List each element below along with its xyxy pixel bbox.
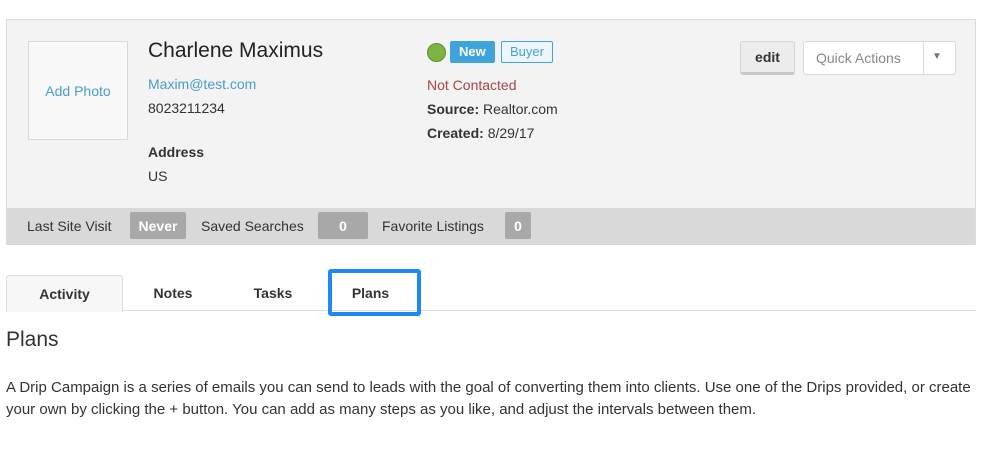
add-photo-button[interactable]: Add Photo <box>28 41 128 140</box>
address-value: US <box>148 168 168 184</box>
tab-activity[interactable]: Activity <box>6 275 123 312</box>
source-value: Realtor.com <box>483 101 558 117</box>
created-label: Created: <box>427 125 484 141</box>
section-description: A Drip Campaign is a series of emails yo… <box>6 379 971 418</box>
created-line: Created: 8/29/17 <box>427 125 534 141</box>
contact-name: Charlene Maximus <box>148 39 324 62</box>
last-site-visit-label: Last Site Visit <box>27 218 112 234</box>
quick-actions-label: Quick Actions <box>816 50 901 66</box>
add-photo-label: Add Photo <box>45 82 111 99</box>
chevron-down-icon[interactable]: ▼ <box>932 51 942 62</box>
green-status-dot-icon <box>427 43 446 62</box>
tab-notes[interactable]: Notes <box>132 275 214 311</box>
quick-actions-dropdown[interactable]: Quick Actions ▼ <box>803 41 956 75</box>
saved-searches-badge[interactable]: 0 <box>318 212 368 239</box>
contact-phone: 8023211234 <box>148 100 225 116</box>
saved-searches-label: Saved Searches <box>201 218 304 234</box>
tab-tasks[interactable]: Tasks <box>232 275 314 311</box>
source-line: Source: Realtor.com <box>427 101 558 117</box>
contact-email-link[interactable]: Maxim@test.com <box>148 76 256 92</box>
plans-tab-highlight <box>328 269 421 316</box>
buyer-badge: Buyer <box>501 41 553 63</box>
last-site-visit-badge: Never <box>130 212 186 239</box>
tab-bar: Activity Notes Tasks Plans <box>6 275 976 312</box>
favorite-listings-label: Favorite Listings <box>382 218 484 234</box>
contact-status: Not Contacted <box>427 77 517 93</box>
contact-card: Add Photo Charlene Maximus Maxim@test.co… <box>6 19 976 245</box>
favorite-listings-badge[interactable]: 0 <box>505 212 531 239</box>
edit-button[interactable]: edit <box>740 41 795 75</box>
address-label: Address <box>148 144 205 160</box>
created-value: 8/29/17 <box>487 125 535 141</box>
stats-bar: Last Site Visit Never Saved Searches 0 F… <box>7 208 975 245</box>
source-label: Source: <box>427 101 480 117</box>
new-badge: New <box>450 41 495 63</box>
quick-actions-divider <box>923 42 924 74</box>
section-title: Plans <box>6 328 59 351</box>
